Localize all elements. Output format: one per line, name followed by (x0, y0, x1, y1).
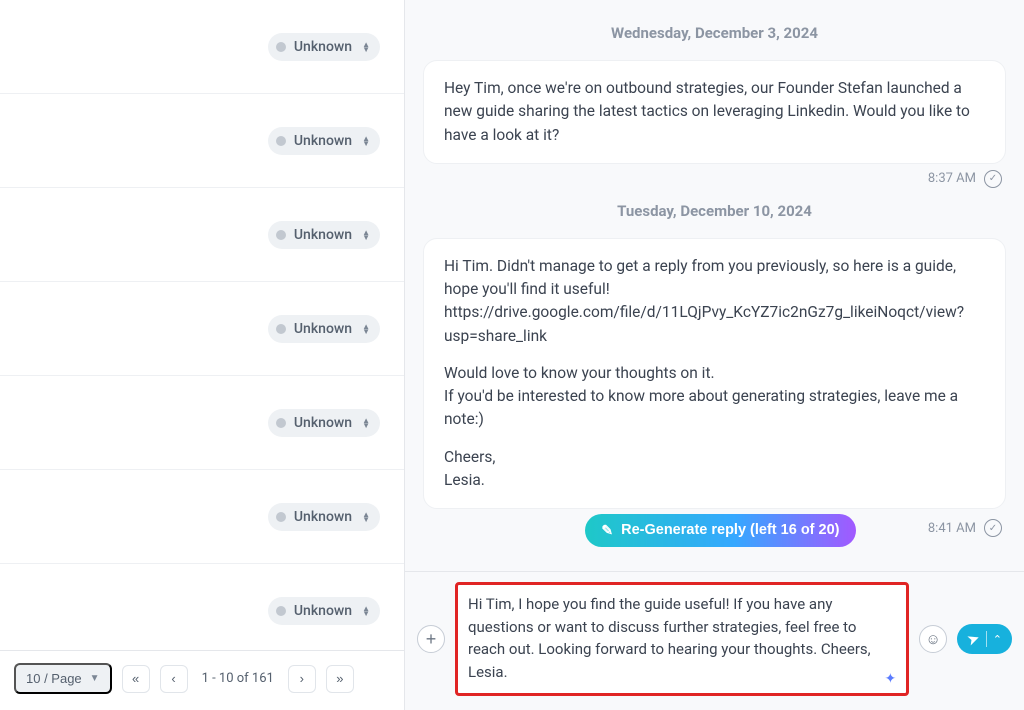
status-chip[interactable]: Unknown ▲▼ (268, 221, 380, 249)
sort-icon: ▲▼ (362, 512, 370, 522)
wand-icon: ✎ (601, 522, 613, 539)
sidebar: Unknown▲▼Unknown▲▼Unknown▲▼Unknown▲▼Unkn… (0, 0, 405, 710)
next-page-button[interactable]: › (288, 665, 316, 693)
list-item[interactable]: Unknown ▲▼ (0, 564, 404, 650)
pagination-bar: 10 / Page ▼ « ‹ 1 - 10 of 161 › » (0, 650, 404, 710)
list-item[interactable]: Unknown ▲▼ (0, 376, 404, 470)
caret-down-icon: ▼ (90, 673, 100, 684)
status-label: Unknown (294, 39, 352, 55)
last-page-button[interactable]: » (326, 665, 354, 693)
date-separator: Tuesday, December 10, 2024 (423, 202, 1006, 220)
list-item[interactable]: Unknown ▲▼ (0, 0, 404, 94)
contact-list: Unknown▲▼Unknown▲▼Unknown▲▼Unknown▲▼Unkn… (0, 0, 404, 650)
message-time: 8:37 AM (928, 171, 976, 186)
sort-icon: ▲▼ (362, 606, 370, 616)
regenerate-row: ✎ Re-Generate reply (left 16 of 20) (585, 514, 855, 547)
per-page-label: 10 / Page (26, 671, 82, 686)
status-label: Unknown (294, 227, 352, 243)
sort-icon: ▲▼ (362, 230, 370, 240)
status-chip[interactable]: Unknown ▲▼ (268, 409, 380, 437)
page-range-label: 1 - 10 of 161 (198, 671, 278, 686)
status-dot-icon (276, 606, 286, 616)
message-meta: 8:37 AM ✓ (423, 170, 1002, 188)
message-time: 8:41 AM (928, 521, 976, 536)
status-dot-icon (276, 512, 286, 522)
caret-up-icon: ⌃ (993, 633, 1002, 646)
sort-icon: ▲▼ (362, 418, 370, 428)
regenerate-label: Re-Generate reply (left 16 of 20) (621, 522, 839, 538)
prev-page-button[interactable]: ‹ (160, 665, 188, 693)
message-text: Would love to know your thoughts on it. … (444, 362, 985, 432)
draft-highlight: ✦ (455, 582, 909, 696)
status-label: Unknown (294, 133, 352, 149)
per-page-select[interactable]: 10 / Page ▼ (14, 663, 112, 694)
message-text: Cheers, Lesia. (444, 446, 985, 493)
message-bubble: Hi Tim. Didn't manage to get a reply fro… (423, 238, 1006, 509)
status-dot-icon (276, 230, 286, 240)
status-dot-icon (276, 136, 286, 146)
list-item[interactable]: Unknown ▲▼ (0, 282, 404, 376)
message-text: Hi Tim. Didn't manage to get a reply fro… (444, 255, 985, 348)
status-chip[interactable]: Unknown ▲▼ (268, 127, 380, 155)
status-label: Unknown (294, 509, 352, 525)
conversation-panel: Wednesday, December 3, 2024 Hey Tim, once… (405, 0, 1024, 710)
status-dot-icon (276, 418, 286, 428)
regenerate-button[interactable]: ✎ Re-Generate reply (left 16 of 20) (585, 514, 855, 547)
list-item[interactable]: Unknown ▲▼ (0, 188, 404, 282)
status-chip[interactable]: Unknown ▲▼ (268, 597, 380, 625)
message-meta: 8:41 AM ✓ (928, 519, 1002, 537)
status-dot-icon (276, 324, 286, 334)
message-text: Hey Tim, once we're on outbound strategi… (444, 77, 985, 147)
first-page-button[interactable]: « (122, 665, 150, 693)
send-button[interactable]: ➤ ⌃ (957, 624, 1012, 654)
status-dot-icon (276, 42, 286, 52)
sort-icon: ▲▼ (362, 136, 370, 146)
compose-bar: + ✦ ☺ ➤ ⌃ (405, 571, 1024, 710)
list-item[interactable]: Unknown ▲▼ (0, 470, 404, 564)
status-label: Unknown (294, 321, 352, 337)
message-bubble: Hey Tim, once we're on outbound strategi… (423, 60, 1006, 164)
status-label: Unknown (294, 415, 352, 431)
ai-indicator-icon: ✦ (884, 671, 896, 687)
divider (986, 631, 987, 647)
list-item[interactable]: Unknown ▲▼ (0, 94, 404, 188)
read-receipt-icon: ✓ (984, 519, 1002, 537)
emoji-button[interactable]: ☺ (919, 625, 947, 653)
status-chip[interactable]: Unknown ▲▼ (268, 33, 380, 61)
sort-icon: ▲▼ (362, 324, 370, 334)
send-icon: ➤ (965, 628, 983, 649)
attach-button[interactable]: + (417, 625, 445, 653)
status-chip[interactable]: Unknown ▲▼ (268, 503, 380, 531)
message-input[interactable] (468, 593, 896, 681)
message-footer: ✎ Re-Generate reply (left 16 of 20) 8:41 A… (423, 515, 1006, 551)
smile-icon: ☺ (926, 631, 941, 648)
date-separator: Wednesday, December 3, 2024 (423, 24, 1006, 42)
status-label: Unknown (294, 603, 352, 619)
plus-icon: + (426, 629, 437, 650)
sort-icon: ▲▼ (362, 42, 370, 52)
read-receipt-icon: ✓ (984, 170, 1002, 188)
message-scroll[interactable]: Wednesday, December 3, 2024 Hey Tim, once… (405, 0, 1024, 571)
status-chip[interactable]: Unknown ▲▼ (268, 315, 380, 343)
